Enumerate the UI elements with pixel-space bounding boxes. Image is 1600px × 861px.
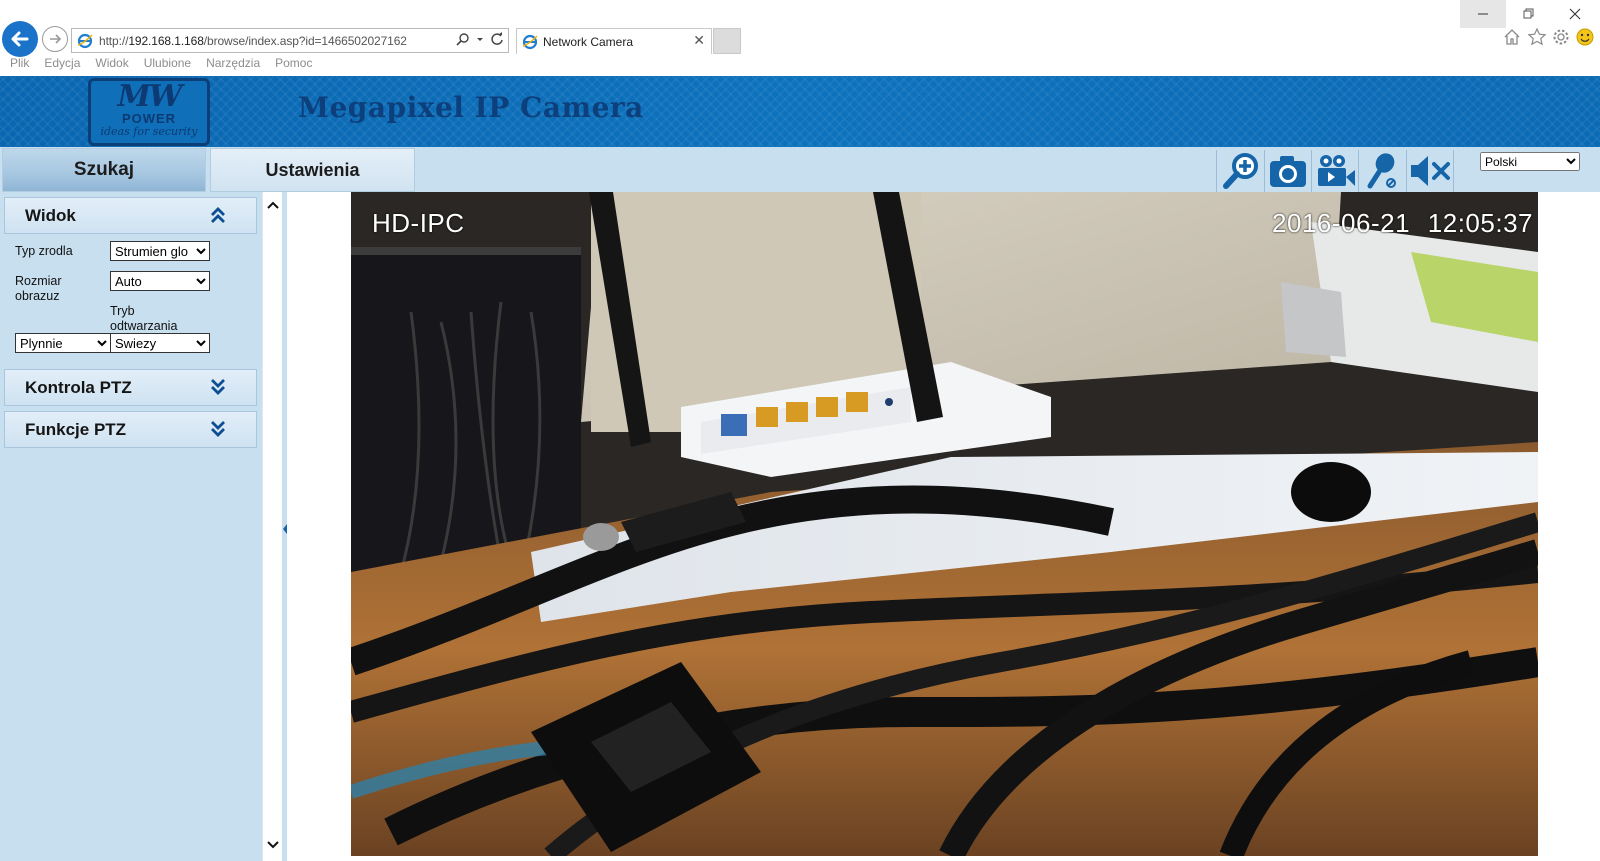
menu-tools[interactable]: Narzędzia [206, 56, 260, 76]
microphone-button[interactable] [1360, 150, 1406, 192]
record-button[interactable] [1312, 150, 1358, 192]
new-tab-button[interactable] [713, 28, 741, 54]
close-window-button[interactable] [1552, 0, 1598, 28]
scroll-down-button[interactable] [263, 836, 283, 854]
chevron-up-icon [267, 201, 279, 209]
zoom-button[interactable] [1218, 150, 1264, 192]
microphone-icon [1367, 153, 1396, 189]
browser-tab[interactable]: Network Camera ✕ [516, 28, 712, 54]
home-icon[interactable] [1503, 28, 1521, 46]
chevron-double-down-icon[interactable] [210, 419, 226, 439]
ie-page-icon [77, 33, 93, 48]
refresh-icon[interactable] [490, 32, 504, 46]
close-icon [1569, 8, 1581, 20]
playback-mode-label-line2: odtwarzania [110, 319, 178, 333]
browser-chrome: http://192.168.1.168/browse/index.asp?id… [0, 0, 1600, 76]
view-panel-title: Widok [25, 205, 76, 225]
source-type-select[interactable]: Strumien glo [110, 241, 210, 261]
smiley-feedback-icon[interactable] [1576, 28, 1594, 46]
url-path: /browse/index.asp?id=1466502027162 [203, 33, 407, 48]
view-panel-header[interactable]: Widok [4, 197, 257, 234]
menu-help[interactable]: Pomoc [275, 56, 312, 76]
osd-timestamp: 2016-06-21 12:05:37 [1272, 208, 1533, 239]
mute-button[interactable] [1407, 150, 1453, 192]
logo-power-text: POWER [121, 111, 177, 126]
tab-search[interactable]: Szukaj [2, 148, 206, 192]
menu-view[interactable]: Widok [95, 56, 128, 76]
image-size-label-line2: obrazuz [15, 289, 60, 303]
ie-tab-icon [522, 34, 538, 49]
menu-favorites[interactable]: Ulubione [144, 56, 191, 76]
url-scheme: http:// [99, 33, 129, 48]
logo-mark: MW [117, 79, 183, 114]
forward-button[interactable] [42, 26, 68, 52]
url-host: 192.168.1.168 [128, 33, 204, 48]
snapshot-icon [1270, 156, 1306, 187]
chevron-down-icon [267, 841, 279, 849]
record-icon [1318, 155, 1355, 186]
collapse-left-icon[interactable] [282, 522, 287, 536]
restore-icon [1523, 8, 1534, 19]
snapshot-button[interactable] [1265, 150, 1311, 192]
ptz-functions-panel-header[interactable]: Funkcje PTZ [4, 411, 257, 448]
osd-camera-name: HD-IPC [372, 208, 465, 238]
close-tab-icon[interactable]: ✕ [693, 32, 705, 49]
scroll-up-button[interactable] [263, 196, 283, 214]
image-size-label: Rozmiar [15, 274, 62, 288]
smooth-mode-select[interactable]: Plynnie [15, 333, 111, 353]
ptz-control-panel-header[interactable]: Kontrola PTZ [4, 369, 257, 406]
menu-file[interactable]: Plik [10, 56, 29, 76]
favorites-star-icon[interactable] [1528, 28, 1546, 46]
gear-icon[interactable] [1552, 28, 1570, 46]
language-select[interactable]: Polski [1480, 152, 1580, 171]
logo-tagline: ideas for security [100, 125, 198, 138]
header-banner: MW POWER ideas for security Megapixel IP… [0, 76, 1600, 147]
sidebar-scrollbar[interactable] [262, 192, 282, 861]
browser-menu-bar: Plik Edycja Widok Ulubione Narzędzia Pom… [0, 56, 312, 76]
search-icon[interactable] [456, 32, 470, 46]
restore-button[interactable] [1506, 0, 1552, 28]
address-bar[interactable]: http://192.168.1.168/browse/index.asp?id… [71, 28, 509, 53]
osd-time: 12:05:37 [1427, 208, 1533, 238]
dropdown-icon[interactable] [476, 32, 484, 46]
source-type-label: Typ zrodla [15, 244, 73, 258]
fresh-mode-select[interactable]: Swiezy [110, 333, 210, 353]
minimize-icon [1478, 13, 1488, 15]
sidebar-splitter[interactable] [282, 192, 287, 861]
ptz-control-title: Kontrola PTZ [25, 377, 132, 397]
playback-mode-label: Tryb [110, 304, 135, 318]
zoom-in-icon [1223, 153, 1258, 189]
osd-date: 2016-06-21 [1272, 208, 1411, 238]
camera-feed-image [351, 192, 1538, 856]
tab-settings[interactable]: Ustawienia [210, 148, 415, 192]
ptz-functions-title: Funkcje PTZ [25, 419, 127, 439]
arrow-right-icon [50, 34, 62, 44]
minimize-button[interactable] [1460, 0, 1506, 28]
back-button[interactable] [2, 21, 38, 57]
tab-title: Network Camera [543, 34, 634, 49]
url-text[interactable]: http://192.168.1.168/browse/index.asp?id… [99, 34, 407, 48]
camera-page: MW POWER ideas for security Megapixel IP… [0, 76, 1600, 861]
chevron-double-down-icon[interactable] [210, 377, 226, 397]
sidebar: Widok Typ zrodla Strumien glo Rozmiar ob… [0, 192, 262, 861]
image-size-select[interactable]: Auto [110, 271, 210, 291]
menu-edit[interactable]: Edycja [44, 56, 80, 76]
mute-icon [1411, 156, 1450, 186]
live-video-view[interactable]: HD-IPC 2016-06-21 12:05:37 [351, 192, 1538, 856]
chevron-double-up-icon[interactable] [210, 205, 226, 225]
arrow-left-icon [11, 31, 29, 47]
page-title: Megapixel IP Camera [298, 91, 644, 124]
brand-logo: MW POWER ideas for security [88, 78, 210, 146]
